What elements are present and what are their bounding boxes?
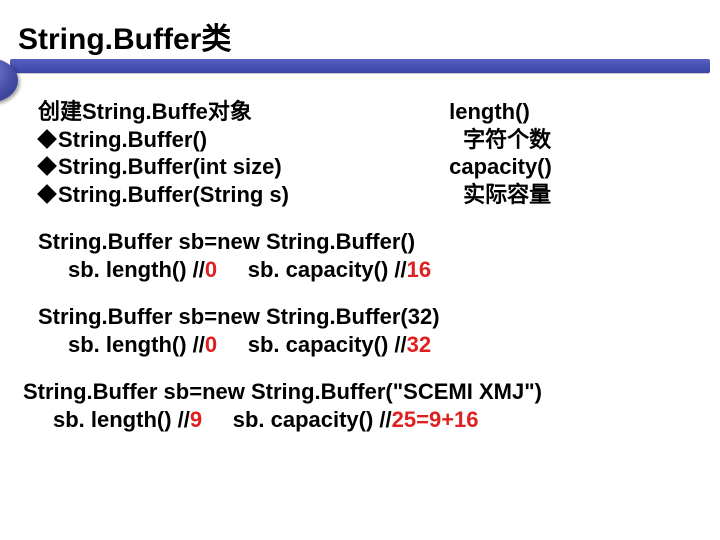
slide-content: 创建String.Buffe对象 String.Buffer() String.… xyxy=(38,98,688,433)
diamond-bullet-icon xyxy=(37,129,57,149)
constructors-block: 创建String.Buffe对象 String.Buffer() String.… xyxy=(38,98,443,208)
code-line: String.Buffer sb=new String.Buffer("SCEM… xyxy=(23,378,688,406)
code-line: sb. length() //0 sb. capacity() //16 xyxy=(38,256,688,284)
value-capacity: 32 xyxy=(407,332,431,357)
slide: String.Buffer类 创建String.Buffe对象 String.B… xyxy=(0,0,720,540)
constructors-heading: 创建String.Buffe对象 xyxy=(38,98,443,126)
code-line: String.Buffer sb=new String.Buffer() xyxy=(38,228,688,256)
example-block-2: String.Buffer sb=new String.Buffer(32) s… xyxy=(38,303,688,358)
code-line: String.Buffer sb=new String.Buffer(32) xyxy=(38,303,688,331)
diamond-bullet-icon xyxy=(37,184,57,204)
value-length: 0 xyxy=(205,257,217,282)
value-length: 0 xyxy=(205,332,217,357)
example-block-1: String.Buffer sb=new String.Buffer() sb.… xyxy=(38,228,688,283)
slide-header: String.Buffer类 xyxy=(0,0,720,78)
method-name: capacity() xyxy=(449,153,552,181)
bullet-text: String.Buffer() xyxy=(58,127,207,152)
bullet-item: String.Buffer(int size) xyxy=(38,153,443,181)
slide-title: String.Buffer类 xyxy=(18,14,231,58)
method-desc: 字符个数 xyxy=(449,126,552,154)
code-line: sb. length() //0 sb. capacity() //32 xyxy=(38,331,688,359)
methods-block: length() 字符个数 capacity() 实际容量 xyxy=(449,98,552,208)
value-capacity: 25=9+16 xyxy=(392,407,479,432)
bullet-item: String.Buffer() xyxy=(38,126,443,154)
title-rule xyxy=(10,56,710,72)
bullet-text: String.Buffer(String s) xyxy=(58,182,289,207)
code-line: sb. length() //9 sb. capacity() //25=9+1… xyxy=(23,406,688,434)
title-rule-bar xyxy=(10,59,710,73)
top-row: 创建String.Buffe对象 String.Buffer() String.… xyxy=(38,98,688,208)
value-length: 9 xyxy=(190,407,202,432)
bullet-item: String.Buffer(String s) xyxy=(38,181,443,209)
example-block-3: String.Buffer sb=new String.Buffer("SCEM… xyxy=(23,378,688,433)
method-desc: 实际容量 xyxy=(449,181,552,209)
method-name: length() xyxy=(449,98,552,126)
bullet-text: String.Buffer(int size) xyxy=(58,154,282,179)
diamond-bullet-icon xyxy=(37,156,57,176)
value-capacity: 16 xyxy=(407,257,431,282)
